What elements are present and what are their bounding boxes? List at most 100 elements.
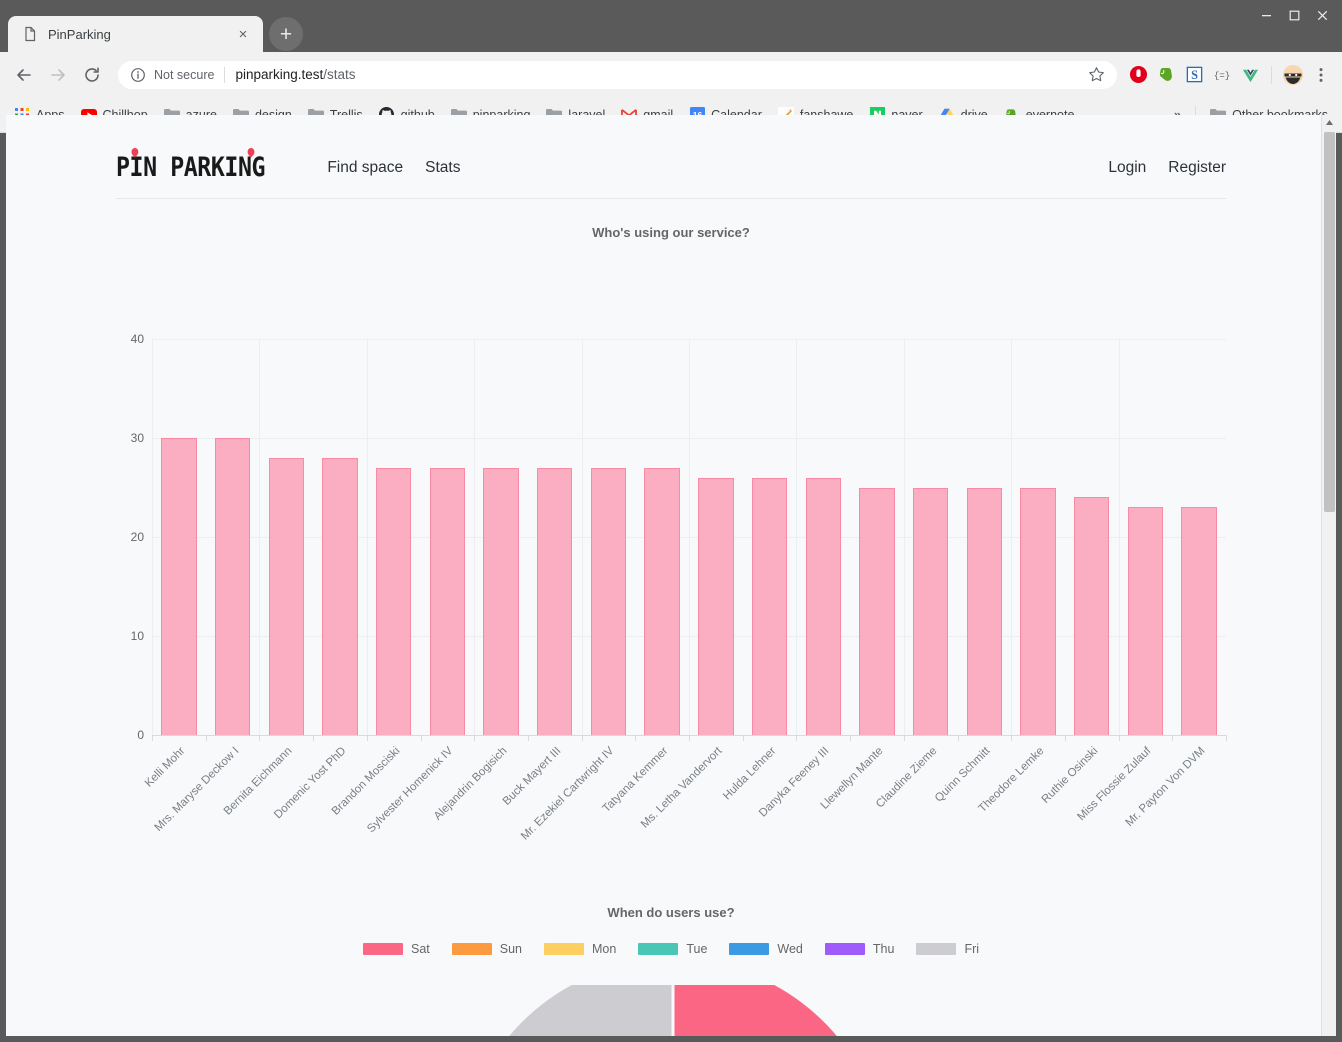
bar[interactable] <box>859 487 895 735</box>
x-axis-tick <box>1064 735 1066 741</box>
y-axis-tick-label: 40 <box>130 332 144 346</box>
s-icon[interactable]: S <box>1181 62 1207 88</box>
register-link[interactable]: Register <box>1168 159 1226 177</box>
window-controls <box>1252 4 1336 26</box>
x-axis-tick <box>259 735 261 741</box>
x-axis-tick <box>957 735 959 741</box>
pie-chart-legend: Sat Sun Mon Tue Wed Thu Fri <box>116 942 1226 956</box>
nav-link-find-space[interactable]: Find space <box>327 159 403 177</box>
legend-label: Mon <box>592 942 617 956</box>
legend-swatch <box>544 943 584 955</box>
bar-chart-plot-area: 0 10 20 30 40 Kelli Mohr Mrs. Maryse Deckow IB… <box>131 332 1227 843</box>
bar[interactable] <box>483 467 519 735</box>
info-icon[interactable] <box>130 67 146 83</box>
bar[interactable] <box>912 487 949 735</box>
evernote-icon[interactable] <box>1153 62 1179 88</box>
bar[interactable] <box>537 467 573 735</box>
bar[interactable] <box>375 467 412 735</box>
pie-slice[interactable] <box>671 985 888 1036</box>
json-viewer-icon[interactable]: {=} <box>1209 62 1235 88</box>
login-link[interactable]: Login <box>1108 159 1146 177</box>
bar[interactable] <box>751 477 788 735</box>
new-tab-button[interactable]: + <box>269 17 303 51</box>
bar[interactable] <box>805 477 841 735</box>
bar[interactable] <box>1181 507 1217 735</box>
forward-icon[interactable] <box>42 59 74 91</box>
bar[interactable] <box>698 477 734 735</box>
legend-item[interactable]: Wed <box>729 942 803 956</box>
x-axis-tick <box>742 735 744 741</box>
legend-item[interactable]: Fri <box>916 942 979 956</box>
bar[interactable] <box>1074 497 1110 735</box>
x-gridline <box>259 339 261 735</box>
legend-item[interactable]: Tue <box>638 942 707 956</box>
close-icon[interactable]: × <box>233 24 253 44</box>
security-status: Not secure <box>154 67 215 82</box>
x-axis-tick <box>420 735 422 741</box>
reload-icon[interactable] <box>76 59 108 91</box>
bar[interactable] <box>322 457 358 735</box>
bar[interactable] <box>590 467 627 735</box>
bar[interactable] <box>214 438 251 735</box>
x-axis-tick <box>796 735 798 741</box>
legend-label: Fri <box>964 942 980 956</box>
vue-devtools-icon[interactable] <box>1237 62 1263 88</box>
pie-chart-plot-area <box>116 985 1226 1036</box>
address-bar[interactable]: Not secure pinparking.test/stats <box>118 60 1117 89</box>
bar[interactable] <box>1020 487 1056 735</box>
url-text: pinparking.test/stats <box>235 67 355 82</box>
nav-link-stats[interactable]: Stats <box>425 159 460 177</box>
toolbar-divider <box>1271 65 1272 84</box>
x-axis-tick <box>205 735 207 741</box>
legend-item[interactable]: Sat <box>362 942 430 956</box>
x-gridline <box>903 339 905 735</box>
bar[interactable] <box>966 487 1003 735</box>
scroll-up-arrow[interactable] <box>1322 115 1336 130</box>
bar[interactable] <box>161 438 197 735</box>
x-axis-tick <box>1118 735 1120 741</box>
x-axis-tick <box>1226 735 1227 741</box>
scrollbar-thumb[interactable] <box>1324 132 1335 512</box>
bar[interactable] <box>1127 507 1164 735</box>
legend-item[interactable]: Mon <box>544 942 616 956</box>
bar[interactable] <box>268 457 304 735</box>
x-axis-tick <box>366 735 368 741</box>
site-logo[interactable]: PIN PARKING <box>116 152 265 183</box>
x-gridline <box>474 339 476 735</box>
x-gridline <box>1011 339 1013 735</box>
site-header: PIN PARKING Find space Stats Login Regis… <box>116 137 1226 199</box>
legend-item[interactable]: Sun <box>451 942 522 956</box>
x-axis-tick <box>474 735 476 741</box>
bar[interactable] <box>644 467 680 735</box>
bookmark-star-icon[interactable] <box>1085 64 1107 86</box>
page-scrollbar[interactable] <box>1321 115 1336 1036</box>
pie-slice[interactable] <box>458 985 675 1036</box>
y-axis-tick-label: 10 <box>130 629 144 643</box>
x-axis-tick <box>527 735 529 741</box>
profile-avatar[interactable] <box>1280 62 1306 88</box>
legend-item[interactable]: Thu <box>824 942 894 956</box>
adblock-icon[interactable] <box>1125 62 1151 88</box>
legend-label: Sat <box>410 942 430 956</box>
x-axis-tick <box>689 735 690 741</box>
back-icon[interactable] <box>8 59 40 91</box>
browser-titlebar: PinParking × + <box>0 0 1342 52</box>
more-menu-icon[interactable] <box>1308 62 1334 88</box>
legend-swatch <box>362 943 403 955</box>
bar[interactable] <box>429 467 466 735</box>
browser-tab[interactable]: PinParking × <box>8 16 263 52</box>
minimize-icon[interactable] <box>1252 4 1280 26</box>
legend-label: Wed <box>777 942 803 956</box>
x-gridline <box>796 339 798 735</box>
url-path: /stats <box>323 67 356 82</box>
x-gridline <box>689 339 690 735</box>
close-window-icon[interactable] <box>1308 4 1336 26</box>
x-axis-tick <box>581 735 583 741</box>
maximize-icon[interactable] <box>1280 4 1308 26</box>
auth-nav: Login Register <box>1108 159 1226 177</box>
legend-label: Tue <box>686 942 708 956</box>
tab-title: PinParking <box>48 26 111 42</box>
page-content: PIN PARKING Find space Stats Login Regis… <box>6 115 1321 1036</box>
omnibox-divider <box>224 66 226 83</box>
legend-swatch <box>729 943 770 955</box>
